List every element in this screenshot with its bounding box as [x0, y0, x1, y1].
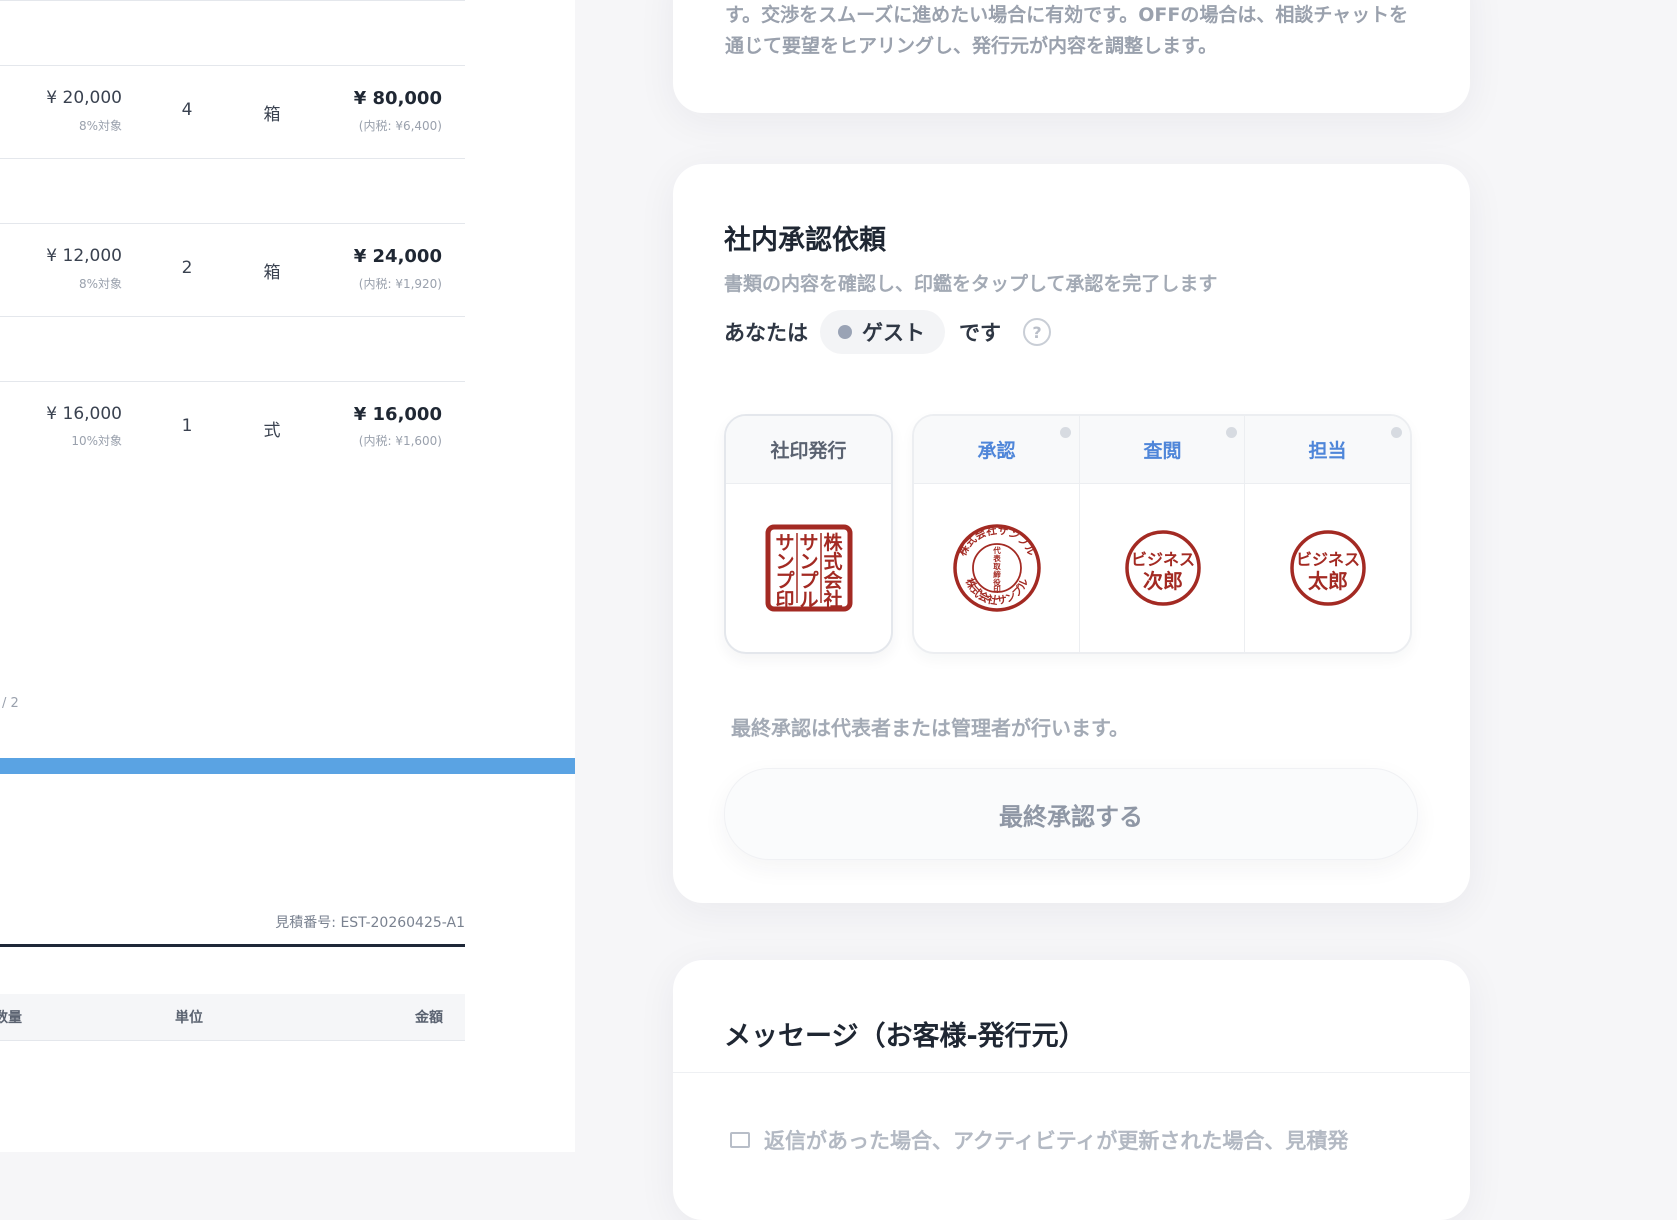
header-unit: 単位 — [175, 1010, 203, 1026]
role-chip[interactable]: ゲスト — [820, 310, 945, 354]
review-status-dot — [1226, 427, 1237, 438]
company-seal-area: 株式会社 サンプル サンプ印 — [726, 484, 891, 652]
staff-status-dot — [1391, 427, 1402, 438]
row-divider — [0, 65, 465, 66]
stamp-column-review[interactable]: 査閲 ビジネス 次郎 — [1079, 416, 1245, 652]
quantity: 4 — [181, 100, 193, 120]
message-divider — [673, 1072, 1470, 1073]
representative-stamp: 株式会社サンプル 株式会社サンプル 代表取 締役印 — [952, 524, 1041, 612]
estimate-number: 見積番号: EST-20260425-A1 — [275, 915, 465, 931]
row-divider — [0, 381, 465, 382]
line-amount: ¥ 24,000 — [353, 246, 442, 267]
unit-price: ¥ 20,000 — [46, 88, 122, 108]
tax-rate-note: 10%対象 — [71, 434, 122, 448]
approval-subtitle: 書類の内容を確認し、印鑑をタップして承認を完了します — [724, 273, 1218, 295]
company-seal-box[interactable]: 社印発行 株式会社 サンプル サンプ印 — [724, 414, 893, 654]
line-amount: ¥ 80,000 — [353, 88, 442, 109]
quantity: 1 — [181, 416, 193, 436]
svg-text:太郎: 太郎 — [1308, 569, 1348, 593]
role-prefix: あなたは — [724, 321, 808, 345]
mail-icon — [730, 1132, 750, 1148]
help-icon[interactable]: ? — [1023, 318, 1051, 346]
row-divider — [0, 158, 465, 159]
review-stamp-area: ビジネス 次郎 — [1080, 484, 1245, 652]
tax-rate-note: 8%対象 — [78, 119, 122, 133]
quantity: 2 — [181, 258, 193, 278]
included-tax: (内税: ¥6,400) — [358, 119, 442, 133]
negotiation-description: す。交渉をスムーズに進めたい場合に有効です。OFFの場合は、相談チャットを通じて… — [725, 4, 1409, 57]
unit-price: ¥ 16,000 — [46, 404, 122, 424]
svg-text:印: 印 — [775, 589, 794, 611]
svg-text:社: 社 — [822, 588, 842, 611]
role-label: ゲスト — [862, 321, 925, 345]
included-tax: (内税: ¥1,920) — [358, 277, 442, 291]
final-approval-note: 最終承認は代表者または管理者が行います。 — [731, 716, 1129, 740]
approve-status-dot — [1060, 427, 1071, 438]
message-card: メッセージ（お客様-発行元） 返信があった場合、アクティビティが更新された場合、… — [673, 960, 1470, 1220]
notification-notice: 返信があった場合、アクティビティが更新された場合、見積発 — [730, 1125, 1348, 1155]
staff-header: 担当 — [1245, 416, 1410, 484]
header-quantity: 数量 — [0, 1010, 22, 1026]
stamp-column-staff[interactable]: 担当 ビジネス 太郎 — [1244, 416, 1410, 652]
svg-text:印: 印 — [993, 584, 1001, 594]
header-amount: 金額 — [415, 1010, 443, 1026]
final-approve-button[interactable]: 最終承認する — [724, 768, 1418, 860]
page-separator-bar — [0, 758, 575, 774]
table-header: 数量 単位 金額 — [0, 994, 465, 1041]
message-title: メッセージ（お客様-発行元） — [724, 1021, 1086, 1052]
tax-rate-note: 8%対象 — [78, 277, 122, 291]
negotiation-info-card: す。交渉をスムーズに進めたい場合に有効です。OFFの場合は、相談チャットを通じて… — [673, 0, 1470, 113]
role-status-dot — [838, 325, 852, 339]
role-suffix: です — [959, 321, 1001, 345]
company-seal-header: 社印発行 — [726, 416, 891, 484]
approve-stamp-area: 株式会社サンプル 株式会社サンプル 代表取 締役印 — [914, 484, 1079, 652]
staff-stamp-area: ビジネス 太郎 — [1245, 484, 1410, 652]
reviewer-stamp: ビジネス 次郎 — [1124, 530, 1201, 606]
unit-price: ¥ 12,000 — [46, 246, 122, 266]
svg-text:ビジネス: ビジネス — [1295, 550, 1359, 569]
svg-text:ル: ル — [799, 589, 818, 611]
staff-stamp: ビジネス 太郎 — [1289, 530, 1366, 606]
review-header: 査閲 — [1080, 416, 1245, 484]
svg-text:ビジネス: ビジネス — [1130, 550, 1194, 569]
line-amount: ¥ 16,000 — [353, 404, 442, 425]
approval-stamps-box: 承認 株式会社サンプル 株式会社サンプル 代表取 締 役 印 査閲 ビジネス 次… — [912, 414, 1412, 654]
page-indicator: / 2 — [2, 696, 19, 711]
document-preview: ¥ 20,000 8%対象 4 箱 ¥ 80,000 (内税: ¥6,400) … — [0, 0, 575, 1152]
stamp-column-approve[interactable]: 承認 株式会社サンプル 株式会社サンプル 代表取 締 役 印 — [914, 416, 1079, 652]
current-role-row: あなたは ゲスト です ? — [724, 307, 1051, 357]
included-tax: (内税: ¥1,600) — [358, 434, 442, 448]
company-seal-stamp: 株式会社 サンプル サンプ印 — [765, 524, 852, 612]
approve-header: 承認 — [914, 416, 1079, 484]
header-rule — [0, 944, 465, 947]
svg-text:次郎: 次郎 — [1143, 569, 1183, 593]
row-divider — [0, 0, 465, 1]
row-divider — [0, 316, 465, 317]
internal-approval-card: 社内承認依頼 書類の内容を確認し、印鑑をタップして承認を完了します あなたは ゲ… — [673, 164, 1470, 903]
approval-title: 社内承認依頼 — [724, 225, 886, 256]
notification-text: 返信があった場合、アクティビティが更新された場合、見積発 — [764, 1129, 1349, 1153]
row-divider — [0, 223, 465, 224]
